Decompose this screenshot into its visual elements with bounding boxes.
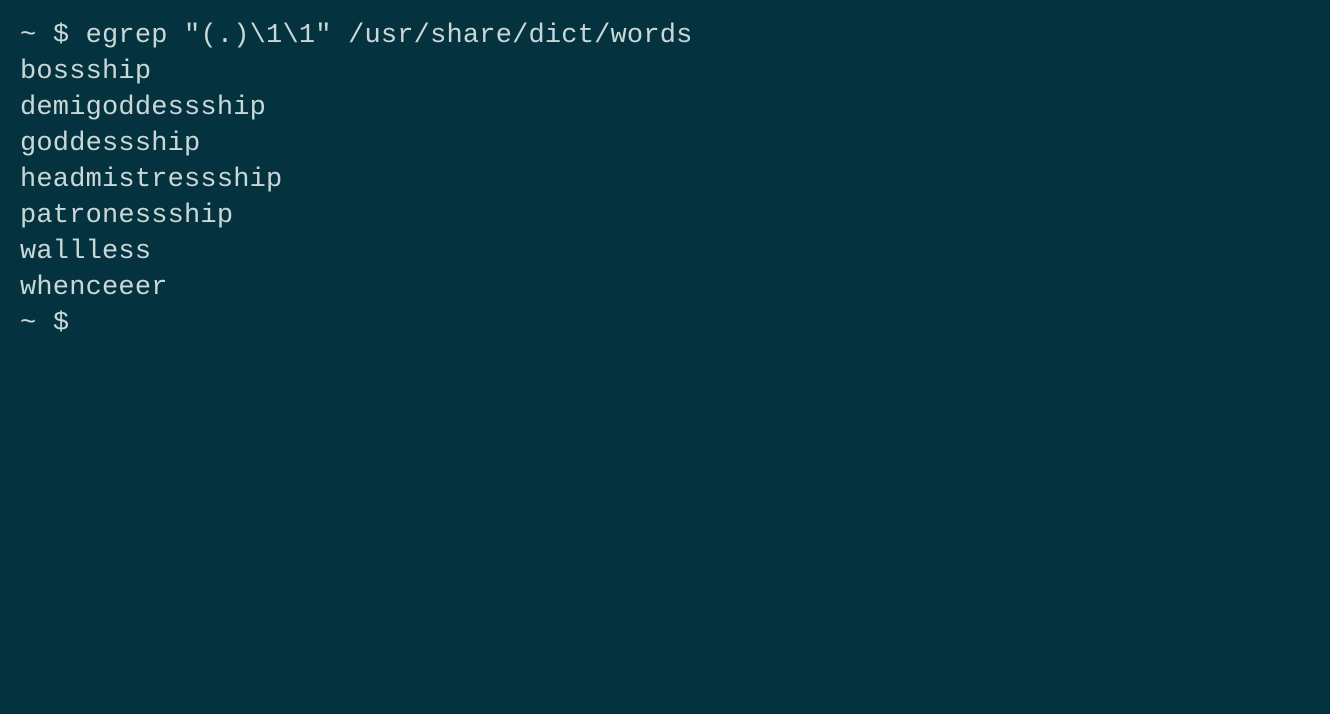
prompt-dir: ~: [20, 309, 36, 339]
prompt-line-2[interactable]: ~ $: [20, 309, 100, 339]
output-line: demigoddessship: [20, 93, 266, 123]
output-line: wallless: [20, 237, 151, 267]
cursor-icon: [86, 311, 100, 339]
terminal-window[interactable]: ~ $ egrep "(.)\1\1" /usr/share/dict/word…: [0, 0, 1330, 714]
output-line: whenceeer: [20, 273, 168, 303]
output-line: headmistressship: [20, 165, 282, 195]
prompt-dir: ~: [20, 21, 36, 51]
prompt-symbol: $: [53, 309, 69, 339]
command-text: egrep "(.)\1\1" /usr/share/dict/words: [86, 21, 693, 51]
output-line: goddessship: [20, 129, 200, 159]
output-line: patronessship: [20, 201, 233, 231]
output-line: bossship: [20, 57, 151, 87]
prompt-line-1: ~ $ egrep "(.)\1\1" /usr/share/dict/word…: [20, 21, 693, 51]
prompt-symbol: $: [53, 21, 69, 51]
